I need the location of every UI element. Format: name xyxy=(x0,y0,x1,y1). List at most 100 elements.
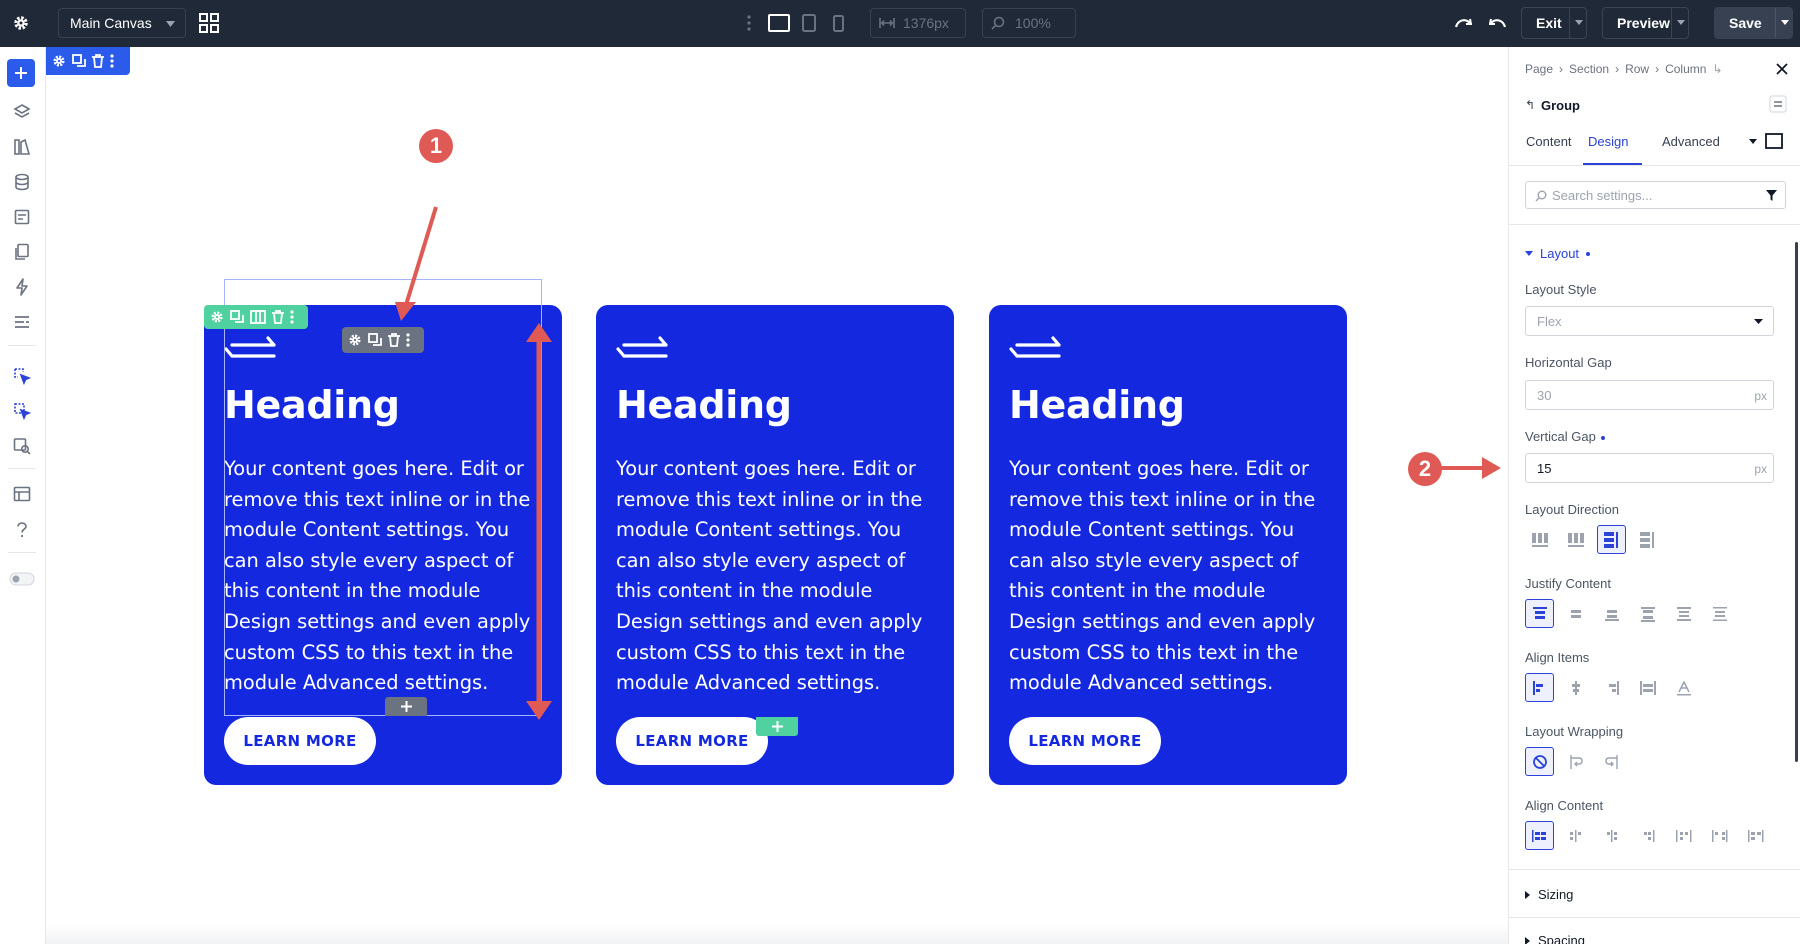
align-content-center-icon[interactable] xyxy=(1561,821,1590,850)
group-duplicate-icon[interactable] xyxy=(368,333,382,347)
canvas-select[interactable]: Main Canvas xyxy=(58,8,186,38)
desktop-view-icon[interactable] xyxy=(766,12,792,34)
section-more-icon[interactable] xyxy=(110,54,114,68)
align-content-start-icon[interactable] xyxy=(1525,821,1554,850)
vertical-gap-input[interactable]: 15 px xyxy=(1525,453,1774,483)
redo-icon[interactable] xyxy=(1484,11,1510,35)
undo-icon[interactable] xyxy=(1450,11,1476,35)
search-replace-icon[interactable] xyxy=(9,433,35,459)
learn-more-button[interactable]: LEARN MORE xyxy=(224,717,376,765)
add-element-icon[interactable] xyxy=(7,59,35,87)
align-content-stretch-icon[interactable] xyxy=(1741,821,1770,850)
toggle-switch-icon[interactable] xyxy=(9,566,35,592)
align-content-space-between-icon[interactable] xyxy=(1633,821,1662,850)
direction-column-icon[interactable] xyxy=(1597,525,1626,554)
layouts-icon[interactable] xyxy=(9,481,35,507)
align-content-space-evenly-icon[interactable] xyxy=(1705,821,1734,850)
exit-button[interactable]: Exit xyxy=(1521,7,1587,39)
exit-menu-chevron-icon[interactable] xyxy=(1575,20,1583,25)
justify-space-evenly-icon[interactable] xyxy=(1705,599,1734,628)
close-icon[interactable] xyxy=(1776,63,1788,75)
horizontal-gap-input[interactable]: 30 px xyxy=(1525,380,1774,410)
breadcrumb-page[interactable]: Page xyxy=(1525,62,1553,76)
more-vertical-icon[interactable] xyxy=(742,12,756,34)
filter-icon[interactable] xyxy=(1766,190,1777,201)
column-structure-icon[interactable] xyxy=(250,310,266,324)
canvas-width-field[interactable]: 1376px xyxy=(870,8,966,38)
column-settings-gear-icon[interactable] xyxy=(210,310,224,324)
align-stretch-icon[interactable] xyxy=(1633,673,1662,702)
section-delete-icon[interactable] xyxy=(92,54,104,68)
lightning-icon[interactable] xyxy=(9,274,35,300)
sections-icon[interactable] xyxy=(9,309,35,335)
section-duplicate-icon[interactable] xyxy=(72,54,86,68)
blurb-card-3[interactable]: Heading Your content goes here. Edit or … xyxy=(989,305,1347,785)
tablet-view-icon[interactable] xyxy=(799,12,819,34)
grid-view-icon[interactable] xyxy=(196,10,222,36)
library-icon[interactable] xyxy=(9,134,35,160)
vertical-gap-unit[interactable]: px xyxy=(1754,462,1767,476)
tab-content[interactable]: Content xyxy=(1526,134,1572,149)
caret-right-icon xyxy=(1525,936,1530,944)
breadcrumb-section[interactable]: Section xyxy=(1569,62,1609,76)
pages-icon[interactable] xyxy=(9,239,35,265)
align-content-end-icon[interactable] xyxy=(1597,821,1626,850)
align-content-space-around-icon[interactable] xyxy=(1669,821,1698,850)
save-button[interactable]: Save xyxy=(1714,7,1793,39)
database-icon[interactable] xyxy=(9,169,35,195)
search-settings-input[interactable]: Search settings... xyxy=(1525,181,1786,209)
back-arrow-icon[interactable]: ↰ xyxy=(1525,98,1535,112)
justify-space-between-icon[interactable] xyxy=(1633,599,1662,628)
horizontal-gap-unit[interactable]: px xyxy=(1754,389,1767,403)
tabs-more-chevron-icon[interactable] xyxy=(1749,139,1757,144)
learn-more-button[interactable]: LEARN MORE xyxy=(1009,717,1161,765)
phone-view-icon[interactable] xyxy=(829,12,847,34)
panel-options-icon[interactable] xyxy=(1769,95,1787,113)
preview-menu-chevron-icon[interactable] xyxy=(1677,20,1685,25)
add-column-button[interactable] xyxy=(756,717,798,736)
direction-row-icon[interactable] xyxy=(1525,525,1554,554)
breadcrumb-row[interactable]: Row xyxy=(1625,62,1649,76)
column-more-icon[interactable] xyxy=(290,310,294,324)
sizing-section-header[interactable]: Sizing xyxy=(1525,887,1573,902)
learn-more-button[interactable]: LEARN MORE xyxy=(616,717,768,765)
section-settings-gear-icon[interactable] xyxy=(52,54,66,68)
panel-scrollbar[interactable] xyxy=(1795,242,1798,762)
wrap-reverse-icon[interactable] xyxy=(1597,747,1626,776)
align-end-icon[interactable] xyxy=(1597,673,1626,702)
form-icon[interactable] xyxy=(9,204,35,230)
group-delete-icon[interactable] xyxy=(388,333,400,347)
blurb-card-2[interactable]: Heading Your content goes here. Edit or … xyxy=(596,305,954,785)
align-center-icon[interactable] xyxy=(1561,673,1590,702)
group-settings-gear-icon[interactable] xyxy=(348,333,362,347)
column-delete-icon[interactable] xyxy=(272,310,284,324)
group-more-icon[interactable] xyxy=(406,333,410,347)
spacing-section-header[interactable]: Spacing xyxy=(1525,933,1585,944)
justify-center-icon[interactable] xyxy=(1561,599,1590,628)
justify-end-icon[interactable] xyxy=(1597,599,1626,628)
settings-gear-icon[interactable] xyxy=(8,10,34,36)
justify-space-around-icon[interactable] xyxy=(1669,599,1698,628)
direction-column-reverse-icon[interactable] xyxy=(1633,525,1662,554)
no-wrap-icon[interactable] xyxy=(1525,747,1554,776)
column-duplicate-icon[interactable] xyxy=(230,310,244,324)
device-frame-icon[interactable] xyxy=(1765,133,1783,149)
save-menu-chevron-icon[interactable] xyxy=(1781,20,1789,25)
breadcrumb-column[interactable]: Column xyxy=(1665,62,1706,76)
click-select-icon[interactable] xyxy=(9,363,35,389)
align-baseline-icon[interactable] xyxy=(1669,673,1698,702)
preview-button[interactable]: Preview xyxy=(1602,7,1689,39)
help-icon[interactable] xyxy=(9,517,35,543)
tab-design[interactable]: Design xyxy=(1588,134,1628,149)
multi-select-icon[interactable] xyxy=(9,398,35,424)
justify-start-icon[interactable] xyxy=(1525,599,1554,628)
tab-advanced[interactable]: Advanced xyxy=(1662,134,1720,149)
align-start-icon[interactable] xyxy=(1525,673,1554,702)
direction-row-reverse-icon[interactable] xyxy=(1561,525,1590,554)
layout-style-select[interactable]: Flex xyxy=(1525,306,1774,336)
zoom-field[interactable]: 100% xyxy=(982,8,1076,38)
layers-icon[interactable] xyxy=(9,99,35,125)
add-module-button[interactable] xyxy=(385,697,427,716)
wrap-icon[interactable] xyxy=(1561,747,1590,776)
layout-section-header[interactable]: Layout xyxy=(1525,246,1591,261)
